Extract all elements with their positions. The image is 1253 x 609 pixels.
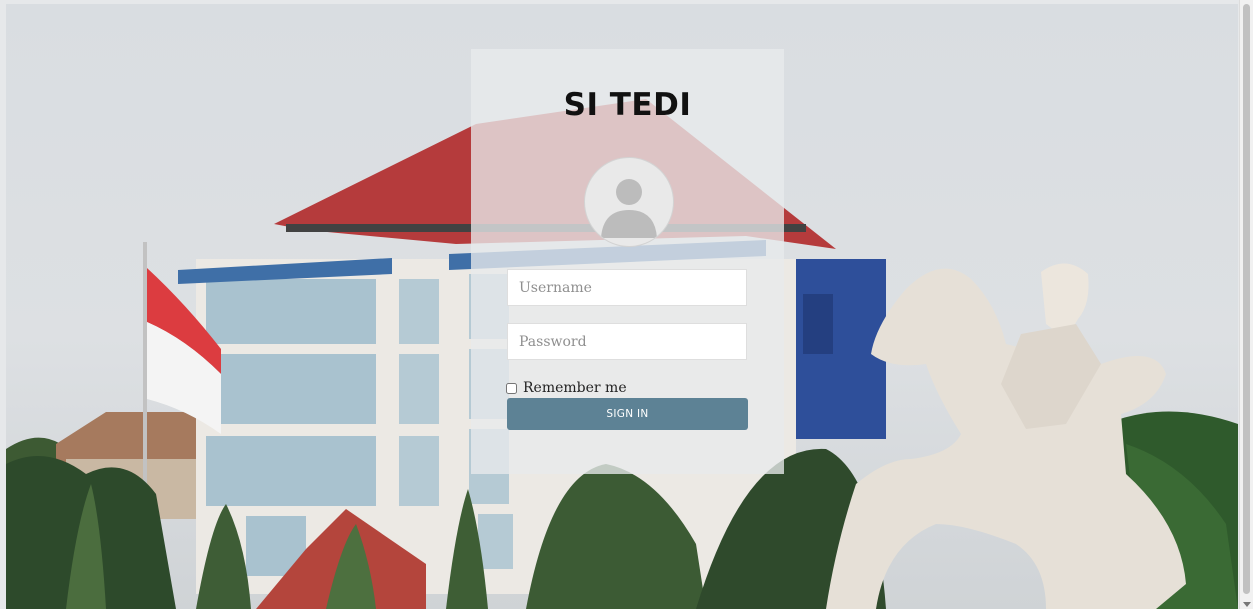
scrollbar-thumb[interactable] (1243, 4, 1250, 594)
password-input[interactable] (507, 323, 747, 360)
remember-me-label[interactable]: Remember me (523, 380, 627, 396)
login-page: SI TEDI Remember me SIGN IN (6, 4, 1238, 609)
app-title: SI TEDI (563, 87, 692, 123)
login-panel: SI TEDI Remember me SIGN IN (471, 49, 784, 474)
username-input[interactable] (507, 269, 747, 306)
scroll-down-arrow-icon[interactable] (1243, 602, 1251, 607)
remember-me-checkbox[interactable] (506, 382, 517, 394)
remember-me-row: Remember me (506, 379, 627, 397)
user-avatar-icon (584, 157, 674, 247)
sign-in-button[interactable]: SIGN IN (507, 398, 748, 430)
page-scrollbar[interactable] (1239, 0, 1253, 609)
